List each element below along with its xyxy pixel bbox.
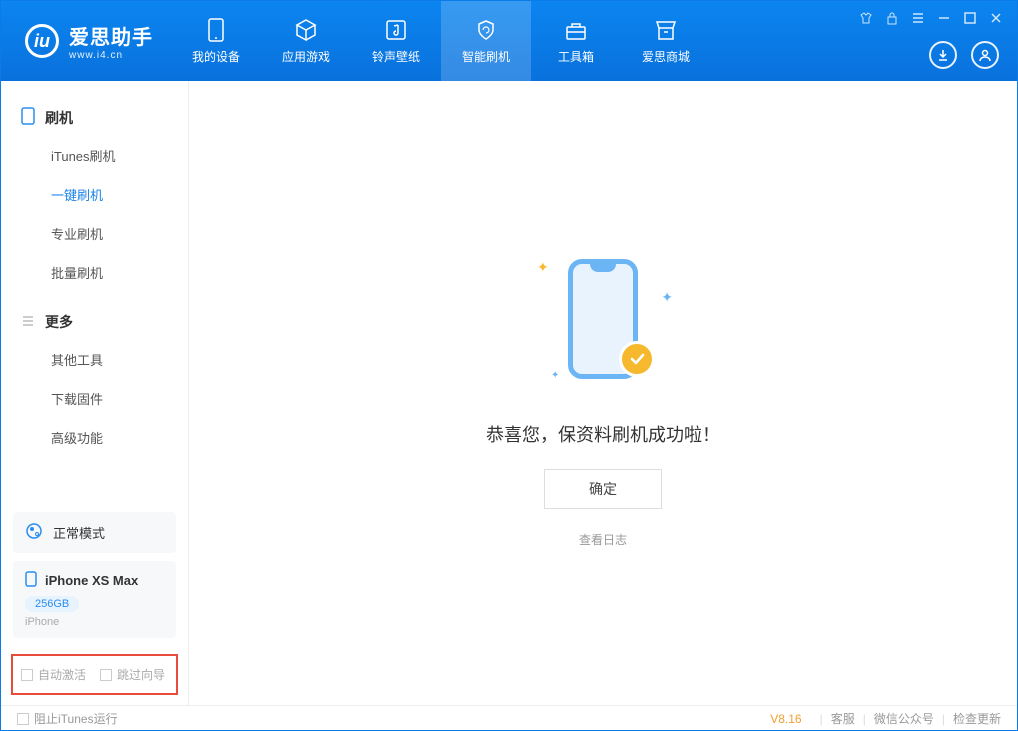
section-title: 刷机	[45, 108, 73, 128]
success-message: 恭喜您，保资料刷机成功啦！	[486, 421, 720, 447]
menu-icon[interactable]	[911, 11, 925, 25]
checkbox-block-itunes[interactable]: 阻止iTunes运行	[17, 710, 118, 727]
device-phone-icon	[25, 571, 37, 590]
section-title: 更多	[45, 312, 73, 332]
tab-label: 工具箱	[558, 48, 594, 65]
checkbox-auto-activate[interactable]: 自动激活	[21, 666, 86, 683]
tab-apps-games[interactable]: 应用游戏	[261, 1, 351, 81]
sidebar-section-flash: 刷机	[1, 99, 188, 136]
nav-tabs: 我的设备 应用游戏 铃声壁纸 智能刷机 工具箱 爱思商城	[171, 1, 711, 81]
music-icon	[384, 18, 408, 42]
sidebar-item-batch-flash[interactable]: 批量刷机	[1, 253, 188, 292]
close-button[interactable]	[989, 11, 1003, 25]
tab-store[interactable]: 爱思商城	[621, 1, 711, 81]
checkbox-icon	[21, 669, 33, 681]
store-icon	[654, 18, 678, 42]
app-logo: iu 爱思助手 www.i4.cn	[1, 1, 171, 81]
app-header: iu 爱思助手 www.i4.cn 我的设备 应用游戏 铃声壁纸 智能刷机 工具…	[1, 1, 1017, 81]
mode-icon	[25, 522, 43, 543]
checkbox-label: 自动激活	[38, 666, 86, 683]
tab-label: 铃声壁纸	[372, 48, 420, 65]
window-controls	[859, 11, 1003, 25]
tab-label: 应用游戏	[282, 48, 330, 65]
success-illustration: ✦ ✦ ✦	[523, 239, 683, 399]
bottom-options-highlight: 自动激活 跳过向导	[11, 654, 178, 695]
lock-icon[interactable]	[885, 11, 899, 25]
checkbox-skip-guide[interactable]: 跳过向导	[100, 666, 165, 683]
device-type: iPhone	[25, 616, 164, 628]
tab-ringtone-wallpaper[interactable]: 铃声壁纸	[351, 1, 441, 81]
checkbox-label: 阻止iTunes运行	[34, 710, 118, 727]
refresh-shield-icon	[474, 18, 498, 42]
view-log-link[interactable]: 查看日志	[579, 531, 627, 548]
sidebar-item-itunes-flash[interactable]: iTunes刷机	[1, 136, 188, 175]
sidebar-section-more: 更多	[1, 304, 188, 340]
app-domain: www.i4.cn	[69, 50, 153, 61]
footer-link-support[interactable]: 客服	[831, 710, 855, 727]
device-card[interactable]: iPhone XS Max 256GB iPhone	[13, 561, 176, 638]
user-button[interactable]	[971, 41, 999, 69]
device-storage-badge: 256GB	[25, 596, 79, 612]
device-name-text: iPhone XS Max	[45, 573, 138, 588]
mode-card[interactable]: 正常模式	[13, 512, 176, 553]
header-actions	[929, 41, 999, 69]
sidebar-item-oneclick-flash[interactable]: 一键刷机	[1, 175, 188, 214]
sparkle-icon: ✦	[537, 259, 549, 276]
version-label: V8.16	[770, 712, 801, 726]
skin-icon[interactable]	[859, 11, 873, 25]
cube-icon	[294, 18, 318, 42]
ok-button[interactable]: 确定	[544, 469, 662, 509]
footer-link-update[interactable]: 检查更新	[953, 710, 1001, 727]
tab-toolbox[interactable]: 工具箱	[531, 1, 621, 81]
device-icon	[204, 18, 228, 42]
sidebar-item-pro-flash[interactable]: 专业刷机	[1, 214, 188, 253]
maximize-button[interactable]	[963, 11, 977, 25]
sidebar-item-advanced[interactable]: 高级功能	[1, 418, 188, 457]
tab-label: 我的设备	[192, 48, 240, 65]
phone-icon	[21, 107, 35, 128]
sparkle-icon: ✦	[661, 289, 673, 306]
minimize-button[interactable]	[937, 11, 951, 25]
toolbox-icon	[564, 18, 588, 42]
tab-my-device[interactable]: 我的设备	[171, 1, 261, 81]
tab-label: 爱思商城	[642, 48, 690, 65]
tab-smart-flash[interactable]: 智能刷机	[441, 1, 531, 81]
app-name: 爱思助手	[69, 21, 153, 50]
main-content: ✦ ✦ ✦ 恭喜您，保资料刷机成功啦！ 确定 查看日志	[189, 81, 1017, 705]
mode-label: 正常模式	[53, 523, 105, 542]
footer-link-wechat[interactable]: 微信公众号	[874, 710, 934, 727]
download-button[interactable]	[929, 41, 957, 69]
tab-label: 智能刷机	[462, 48, 510, 65]
checkbox-label: 跳过向导	[117, 666, 165, 683]
checkbox-icon	[17, 713, 29, 725]
list-icon	[21, 314, 35, 331]
sparkle-icon: ✦	[551, 370, 559, 381]
logo-icon: iu	[25, 24, 59, 58]
status-bar: 阻止iTunes运行 V8.16 | 客服 | 微信公众号 | 检查更新	[1, 705, 1017, 731]
checkbox-icon	[100, 669, 112, 681]
success-check-icon	[619, 341, 655, 377]
sidebar-item-other-tools[interactable]: 其他工具	[1, 340, 188, 379]
sidebar-item-download-firmware[interactable]: 下载固件	[1, 379, 188, 418]
sidebar: 刷机 iTunes刷机 一键刷机 专业刷机 批量刷机 更多 其他工具 下载固件 …	[1, 81, 189, 705]
